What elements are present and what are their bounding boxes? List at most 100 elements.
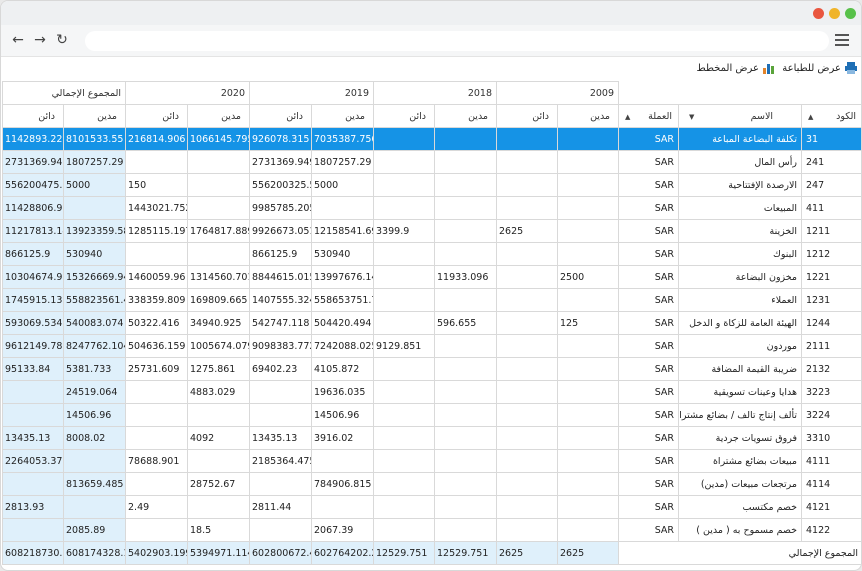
account-code-cell[interactable]: 3224: [801, 403, 861, 427]
value-cell[interactable]: 9098383.772: [249, 334, 313, 358]
value-cell[interactable]: 530940: [62, 242, 127, 266]
currency-cell[interactable]: SAR: [618, 380, 680, 404]
value-cell[interactable]: 866125.9: [249, 242, 313, 266]
value-cell[interactable]: 4105.872: [311, 357, 375, 381]
value-cell[interactable]: 813659.485: [62, 472, 127, 496]
table-row[interactable]: 11428806.957 1443021.752 9985785.205 SARالم…: [2, 196, 861, 220]
account-name-cell[interactable]: خصم مكتسب: [678, 495, 803, 519]
value-cell[interactable]: [373, 403, 436, 427]
print-view-button[interactable]: عرض للطباعة: [782, 62, 857, 74]
value-cell[interactable]: [187, 196, 251, 220]
value-cell[interactable]: [496, 288, 559, 312]
value-cell[interactable]: [434, 449, 498, 473]
value-cell[interactable]: 4092: [187, 426, 251, 450]
value-cell[interactable]: 5000: [311, 173, 375, 197]
value-cell[interactable]: [373, 265, 436, 289]
value-cell[interactable]: 13435.13: [2, 426, 64, 450]
value-cell[interactable]: [125, 380, 189, 404]
account-code-cell[interactable]: 4122: [801, 518, 861, 542]
account-name-cell[interactable]: فروق تسويات جردية: [678, 426, 803, 450]
value-cell[interactable]: 2085.89: [62, 518, 127, 542]
value-cell[interactable]: 1460059.96: [125, 265, 189, 289]
account-name-cell[interactable]: تكلفة البضاعة المباعة: [678, 127, 803, 151]
account-name-cell[interactable]: هدايا وعينات تسويقية: [678, 380, 803, 404]
value-cell[interactable]: 1142893.22: [2, 127, 64, 151]
currency-cell[interactable]: SAR: [618, 357, 680, 381]
currency-cell[interactable]: SAR: [618, 495, 680, 519]
value-cell[interactable]: [557, 449, 620, 473]
currency-cell[interactable]: SAR: [618, 219, 680, 243]
value-cell[interactable]: [2, 518, 64, 542]
value-cell[interactable]: [496, 357, 559, 381]
value-cell[interactable]: [62, 495, 127, 519]
value-cell[interactable]: [557, 495, 620, 519]
value-cell[interactable]: [373, 311, 436, 335]
account-name-cell[interactable]: موردون: [678, 334, 803, 358]
table-row[interactable]: 813659.485 28752.67 784906.815 SAR مرتجعات م…: [2, 472, 861, 496]
value-cell[interactable]: 8844615.015: [249, 265, 313, 289]
account-name-cell[interactable]: الهيئة العامة للزكاة و الدخل: [678, 311, 803, 335]
url-input[interactable]: [85, 31, 829, 51]
table-row[interactable]: 9612149.782 8247762.104 504636.159 1005674.…: [2, 334, 861, 358]
value-cell[interactable]: [311, 196, 375, 220]
table-row[interactable]: 1745915.133558823561.4!338359.809169809.…: [2, 288, 861, 312]
total-cell[interactable]: 608218730.39: [2, 541, 64, 565]
currency-field-header[interactable]: ▲ العملة: [618, 104, 680, 128]
value-cell[interactable]: 18.5: [187, 518, 251, 542]
total-cell[interactable]: 5402903.199: [125, 541, 189, 565]
value-cell[interactable]: 558653751.78: [311, 288, 375, 312]
value-cell[interactable]: [434, 426, 498, 450]
currency-cell[interactable]: SAR: [618, 265, 680, 289]
currency-cell[interactable]: SAR: [618, 334, 680, 358]
currency-cell[interactable]: SAR: [618, 518, 680, 542]
value-cell[interactable]: 216814.906: [125, 127, 189, 151]
value-cell[interactable]: 784906.815: [311, 472, 375, 496]
value-cell[interactable]: 9985785.205: [249, 196, 313, 220]
value-cell[interactable]: 1285115.197: [125, 219, 189, 243]
value-cell[interactable]: 13997676.148: [311, 265, 375, 289]
value-cell[interactable]: 1407555.324: [249, 288, 313, 312]
value-cell[interactable]: [311, 449, 375, 473]
table-row[interactable]: 13435.13 8008.02 4092 13435.13 3916.02 SAR فرو…: [2, 426, 861, 450]
value-cell[interactable]: 558823561.4!: [62, 288, 127, 312]
value-cell[interactable]: [373, 357, 436, 381]
value-cell[interactable]: 11217813.147: [2, 219, 64, 243]
table-row[interactable]: 556200475.5!5000150556200325.55000SARالا…: [2, 173, 861, 197]
value-cell[interactable]: [373, 150, 436, 174]
value-cell[interactable]: [125, 242, 189, 266]
value-cell[interactable]: [125, 150, 189, 174]
account-code-cell[interactable]: 411: [801, 196, 861, 220]
value-cell[interactable]: 3399.9: [373, 219, 436, 243]
value-cell[interactable]: [125, 403, 189, 427]
value-cell[interactable]: [557, 242, 620, 266]
account-name-cell[interactable]: البنوك: [678, 242, 803, 266]
value-cell[interactable]: [249, 380, 313, 404]
minimize-window-button[interactable]: [829, 8, 840, 19]
value-cell[interactable]: 150: [125, 173, 189, 197]
value-cell[interactable]: [249, 518, 313, 542]
value-cell[interactable]: [373, 426, 436, 450]
value-cell[interactable]: 15326669.94!: [62, 265, 127, 289]
account-code-cell[interactable]: 1221: [801, 265, 861, 289]
value-cell[interactable]: 556200325.5: [249, 173, 313, 197]
value-cell[interactable]: [2, 472, 64, 496]
total-cell[interactable]: 12529.751: [434, 541, 498, 565]
value-cell[interactable]: [557, 150, 620, 174]
currency-cell[interactable]: SAR: [618, 403, 680, 427]
value-cell[interactable]: [187, 150, 251, 174]
value-cell[interactable]: 2185364.475: [249, 449, 313, 473]
value-cell[interactable]: [434, 127, 498, 151]
value-cell[interactable]: 95133.84: [2, 357, 64, 381]
value-cell[interactable]: [373, 495, 436, 519]
total-cell[interactable]: 12529.751: [373, 541, 436, 565]
account-name-cell[interactable]: رأس المال: [678, 150, 803, 174]
account-code-cell[interactable]: 247: [801, 173, 861, 197]
currency-cell[interactable]: SAR: [618, 242, 680, 266]
currency-cell[interactable]: SAR: [618, 449, 680, 473]
value-cell[interactable]: [249, 403, 313, 427]
account-name-cell[interactable]: مبيعات بضائع مشتراة: [678, 449, 803, 473]
value-cell[interactable]: [187, 173, 251, 197]
value-cell[interactable]: 9129.851: [373, 334, 436, 358]
account-code-cell[interactable]: 1244: [801, 311, 861, 335]
year-header-2020[interactable]: 2020: [125, 81, 251, 105]
